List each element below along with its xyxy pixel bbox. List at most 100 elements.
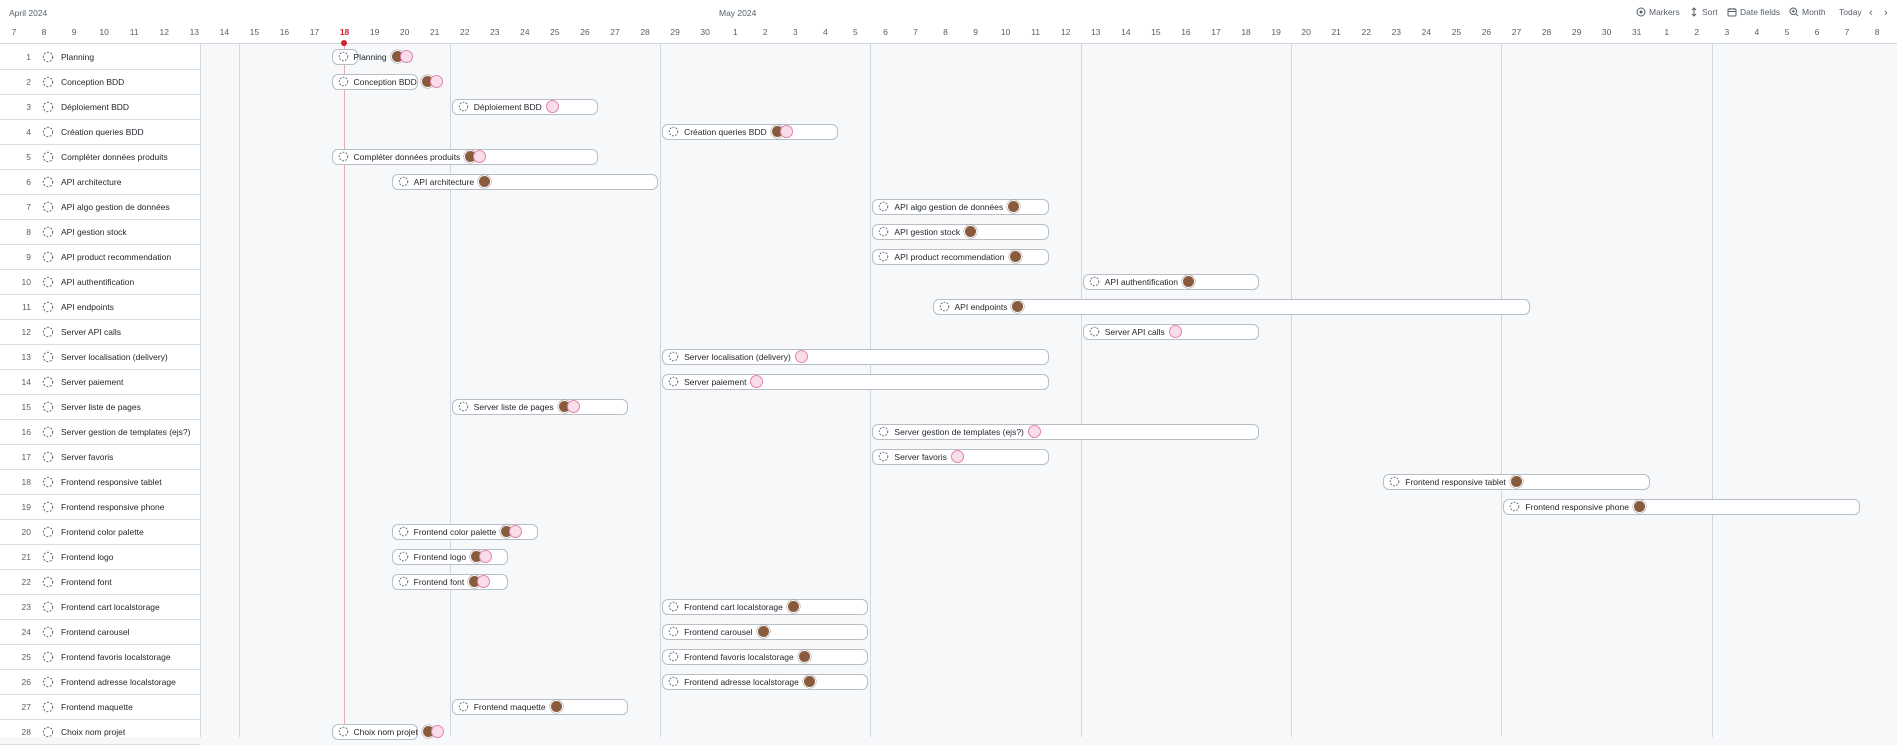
row-title[interactable]: API endpoints <box>61 302 114 312</box>
row-title[interactable]: API authentification <box>61 277 134 287</box>
list-item[interactable]: 14 Server paiement <box>0 369 200 395</box>
timeline-bar[interactable]: API algo gestion de données <box>872 198 1049 215</box>
row-title[interactable]: Frontend maquette <box>61 702 133 712</box>
row-title[interactable]: Planning <box>61 52 94 62</box>
timeline-bar[interactable]: Choix nom projet <box>331 723 444 740</box>
list-item[interactable]: 11 API endpoints <box>0 294 200 320</box>
timeline-bar[interactable]: Frontend cart localstorage <box>662 598 869 615</box>
timeline-bar[interactable]: Déploiement BDD <box>451 98 598 115</box>
list-item[interactable]: 7 API algo gestion de données <box>0 194 200 220</box>
row-title[interactable]: Server favoris <box>61 452 113 462</box>
row-title[interactable]: Choix nom projet <box>61 727 125 737</box>
timeline-bar[interactable]: Server gestion de templates (ejs?) <box>872 423 1260 440</box>
list-item[interactable]: 24 Frontend carousel <box>0 619 200 645</box>
timeline-bar[interactable]: Frontend favoris localstorage <box>662 648 869 665</box>
list-item[interactable]: 5 Compléter données produits <box>0 144 200 170</box>
list-item[interactable]: 19 Frontend responsive phone <box>0 494 200 520</box>
row-title[interactable]: Frontend responsive phone <box>61 502 165 512</box>
timeline-bar[interactable]: Frontend color palette <box>391 523 538 540</box>
timeline-bar[interactable]: Frontend carousel <box>662 623 869 640</box>
avatar <box>566 400 580 413</box>
row-title[interactable]: Server API calls <box>61 327 121 337</box>
list-item[interactable]: 3 Déploiement BDD <box>0 94 200 120</box>
list-item[interactable]: 28 Choix nom projet <box>0 719 200 745</box>
list-item[interactable]: 12 Server API calls <box>0 319 200 345</box>
row-title[interactable]: API gestion stock <box>61 227 127 237</box>
row-title[interactable]: Frontend adresse localstorage <box>61 677 176 687</box>
timeline-bar[interactable]: Frontend responsive phone <box>1503 498 1861 515</box>
timeline-bar[interactable]: Compléter données produits <box>331 148 598 165</box>
row-title[interactable]: Conception BDD <box>61 77 124 87</box>
row-title[interactable]: API algo gestion de données <box>61 202 170 212</box>
row-title[interactable]: Frontend favoris localstorage <box>61 652 171 662</box>
timeline-bar[interactable]: API gestion stock <box>872 223 1049 240</box>
timeline-bar[interactable]: Frontend adresse localstorage <box>662 673 869 690</box>
row-title[interactable]: API architecture <box>61 177 121 187</box>
row-title[interactable]: API product recommendation <box>61 252 171 262</box>
row-title[interactable]: Frontend color palette <box>61 527 144 537</box>
timeline-bar[interactable]: API architecture <box>391 173 659 190</box>
row-title[interactable]: Frontend carousel <box>61 627 130 637</box>
row-title[interactable]: Frontend responsive tablet <box>61 477 162 487</box>
row-title[interactable]: Server localisation (delivery) <box>61 352 168 362</box>
list-item[interactable]: 20 Frontend color palette <box>0 519 200 545</box>
row-title[interactable]: Frontend cart localstorage <box>61 602 160 612</box>
timeline-bar[interactable]: Frontend logo <box>391 548 508 565</box>
timeline-bar[interactable]: Frontend font <box>391 573 508 590</box>
row-title[interactable]: Frontend font <box>61 577 112 587</box>
list-item[interactable]: 27 Frontend maquette <box>0 694 200 720</box>
list-item[interactable]: 22 Frontend font <box>0 569 200 595</box>
list-item[interactable]: 13 Server localisation (delivery) <box>0 344 200 370</box>
row-title[interactable]: Server liste de pages <box>61 402 141 412</box>
list-item[interactable]: 17 Server favoris <box>0 444 200 470</box>
prev-button[interactable]: ‹ <box>1869 7 1873 19</box>
timeline-bar[interactable]: Server favoris <box>872 448 1049 465</box>
timeline-bar[interactable]: Server liste de pages <box>451 398 629 415</box>
sort-button[interactable]: Sort <box>1689 7 1718 17</box>
timeline-bar[interactable]: Server API calls <box>1082 323 1260 340</box>
list-item[interactable]: 25 Frontend favoris localstorage <box>0 644 200 670</box>
timeline-bar[interactable]: API product recommendation <box>872 248 1049 265</box>
timeline-bar[interactable]: Création queries BDD <box>662 123 839 140</box>
timeline-bar[interactable]: Frontend maquette <box>451 698 629 715</box>
list-item[interactable]: 10 API authentification <box>0 269 200 295</box>
day-label: 28 <box>1541 27 1552 37</box>
list-item[interactable]: 26 Frontend adresse localstorage <box>0 669 200 695</box>
list-item[interactable]: 21 Frontend logo <box>0 544 200 570</box>
list-item[interactable]: 18 Frontend responsive tablet <box>0 469 200 495</box>
list-item[interactable]: 15 Server liste de pages <box>0 394 200 420</box>
list-item[interactable]: 6 API architecture <box>0 169 200 195</box>
row-title[interactable]: Server gestion de templates (ejs?) <box>61 427 190 437</box>
date-fields-button[interactable]: Date fields <box>1727 7 1780 17</box>
list-item[interactable]: 2 Conception BDD <box>0 69 200 95</box>
row-title[interactable]: Déploiement BDD <box>61 102 129 112</box>
month-zoom-button[interactable]: Month <box>1789 7 1826 17</box>
row-title[interactable]: Création queries BDD <box>61 127 144 137</box>
day-label: 9 <box>973 27 978 37</box>
row-title[interactable]: Frontend logo <box>61 552 113 562</box>
timeline-bar[interactable]: API endpoints <box>932 298 1530 315</box>
list-item[interactable]: 1 Planning <box>0 44 200 70</box>
row-title[interactable]: Compléter données produits <box>61 152 168 162</box>
timeline-bar[interactable]: Server localisation (delivery) <box>662 348 1049 365</box>
row-title[interactable]: Server paiement <box>61 377 123 387</box>
row-number: 17 <box>21 451 31 462</box>
today-button[interactable]: Today <box>1839 7 1862 17</box>
avatar <box>950 450 964 463</box>
list-item[interactable]: 4 Création queries BDD <box>0 119 200 145</box>
day-label: 24 <box>520 27 530 37</box>
list-item[interactable]: 9 API product recommendation <box>0 244 200 270</box>
markers-button[interactable]: Markers <box>1636 7 1680 17</box>
list-item[interactable]: 23 Frontend cart localstorage <box>0 594 200 620</box>
timeline-bar[interactable]: Planning <box>331 48 413 65</box>
timeline-bar[interactable]: Frontend responsive tablet <box>1383 473 1650 490</box>
list-item[interactable]: 16 Server gestion de templates (ejs?) <box>0 419 200 445</box>
timeline-bar[interactable]: Conception BDD <box>331 73 443 90</box>
status-circle-icon <box>42 301 54 313</box>
next-button[interactable]: › <box>1884 7 1888 19</box>
timeline-bar[interactable]: API authentification <box>1082 273 1260 290</box>
list-item[interactable]: 8 API gestion stock <box>0 219 200 245</box>
bar-label: Déploiement BDD <box>473 101 542 112</box>
timeline-bar[interactable]: Server paiement <box>662 373 1049 390</box>
bar-label: Frontend carousel <box>684 626 753 637</box>
